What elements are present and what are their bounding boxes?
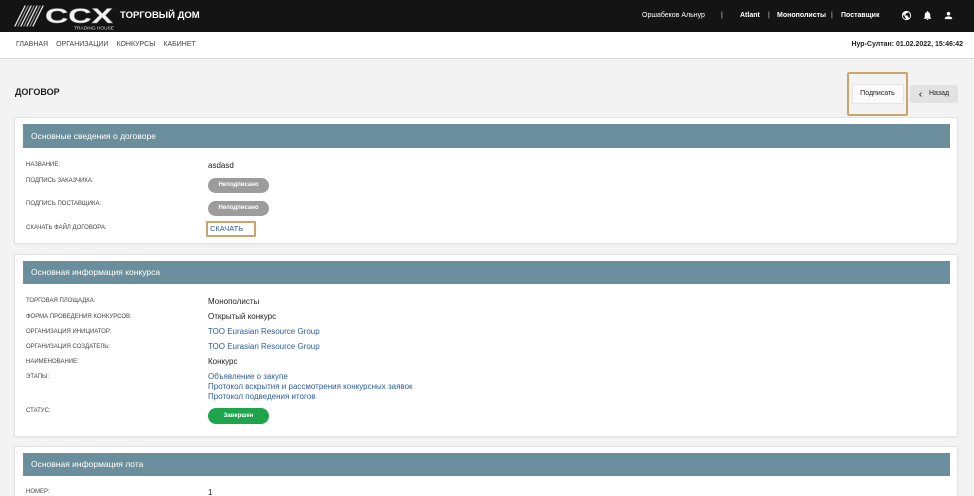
platform-name[interactable]: Монополисты: [777, 11, 826, 21]
field-label: ОРГАНИЗАЦИЯ СОЗДАТЕЛЬ:: [26, 344, 110, 350]
field-label: ОРГАНИЗАЦИЯ ИНИЦИАТОР:: [26, 329, 112, 335]
lot-info-card: Основная информация лота НОМЕР: 1: [14, 446, 958, 496]
globe-icon[interactable]: [901, 10, 912, 21]
organization-name[interactable]: Atlant: [740, 11, 760, 21]
back-button[interactable]: Назад: [910, 85, 958, 103]
nav-item-organizations[interactable]: ОРГАНИЗАЦИИ: [56, 40, 108, 50]
highlight-frame: СКАЧАТЬ: [206, 221, 256, 237]
tender-form-value: Открытый конкурс: [208, 312, 277, 321]
tender-info-card: Основная информация конкурса ТОРГОВАЯ ПЛ…: [14, 254, 958, 437]
stage-link[interactable]: Протокол вскрытия и рассмотрения конкурс…: [208, 382, 413, 392]
sign-button[interactable]: Подписать: [851, 84, 904, 104]
user-name[interactable]: Оршабеков Альнур: [642, 11, 705, 21]
supplier-signature-badge: Неподписано: [208, 201, 269, 216]
page-title: ДОГОВОР: [15, 87, 60, 97]
location-datetime: Нур-Султан: 01.02.2022, 15:46:42: [851, 41, 963, 48]
main-nav: ГЛАВНАЯ ОРГАНИЗАЦИИ КОНКУРСЫ КАБИНЕТ Нур…: [0, 32, 974, 59]
lot-number-value: 1: [208, 488, 213, 496]
field-label: ТОРГОВАЯ ПЛОЩАДКА:: [26, 298, 96, 304]
field-label: ПОДПИСЬ ПОСТАВЩИКА:: [26, 201, 102, 207]
stage-link[interactable]: Протокол подведения итогов: [208, 392, 413, 402]
card-title: Основная информация конкурса: [23, 261, 950, 284]
creator-org-link[interactable]: ТОО Eurasian Resource Group: [208, 342, 320, 352]
separator: |: [721, 12, 723, 19]
user-role[interactable]: Поставщик: [841, 11, 879, 21]
chevron-left-icon: [919, 91, 922, 97]
field-label: НОМЕР:: [26, 489, 50, 495]
field-label: СКАЧАТЬ ФАЙЛ ДОГОВОРА:: [26, 225, 107, 231]
highlight-frame: Подписать: [847, 72, 908, 116]
card-title: Основные сведения о договоре: [23, 124, 950, 148]
nav-item-cabinet[interactable]: КАБИНЕТ: [163, 40, 195, 50]
bell-icon[interactable]: [922, 10, 933, 21]
top-header: CCX TRADING HOUSE ТОРГОВЫЙ ДОМ Оршабеков…: [0, 0, 974, 32]
download-contract-link[interactable]: СКАЧАТЬ: [210, 223, 254, 235]
field-label: ФОРМА ПРОВЕДЕНИЯ КОНКУРСОВ:: [26, 314, 132, 320]
field-label: СТАТУС:: [26, 408, 51, 414]
stages-list: Объявление о закупе Протокол вскрытия и …: [208, 372, 413, 402]
customer-signature-badge: Неподписано: [208, 178, 269, 193]
user-icon[interactable]: [943, 10, 954, 21]
contract-name-value: asdasd: [208, 161, 234, 170]
ccx-logo[interactable]: CCX TRADING HOUSE: [13, 0, 117, 32]
status-badge: Завершен: [208, 408, 269, 424]
brand-title: ТОРГОВЫЙ ДОМ: [120, 10, 200, 21]
nav-item-home[interactable]: ГЛАВНАЯ: [16, 40, 48, 50]
initiator-org-link[interactable]: ТОО Eurasian Resource Group: [208, 327, 320, 337]
stage-link[interactable]: Объявление о закупе: [208, 372, 413, 382]
trading-platform-value: Монополисты: [208, 297, 260, 306]
field-label: ЭТАПЫ:: [26, 374, 50, 380]
separator: |: [768, 12, 770, 19]
contract-info-card: Основные сведения о договоре НАЗВАНИЕ: a…: [14, 117, 958, 244]
logo-stripes-icon: [14, 5, 44, 27]
nav-item-tenders[interactable]: КОНКУРСЫ: [116, 40, 155, 50]
logo-subtext: TRADING HOUSE: [74, 26, 114, 31]
field-label: ПОДПИСЬ ЗАКАЗЧИКА:: [26, 178, 94, 184]
logo-text: CCX: [45, 5, 113, 28]
field-label: НАИМЕНОВАНИЕ:: [26, 359, 79, 365]
nav-menu: ГЛАВНАЯ ОРГАНИЗАЦИИ КОНКУРСЫ КАБИНЕТ: [16, 40, 196, 50]
tender-name-value: Конкурс: [208, 357, 238, 366]
separator: |: [831, 12, 833, 19]
back-button-label: Назад: [929, 90, 950, 97]
card-title: Основная информация лота: [23, 453, 950, 476]
field-label: НАЗВАНИЕ:: [26, 162, 61, 168]
